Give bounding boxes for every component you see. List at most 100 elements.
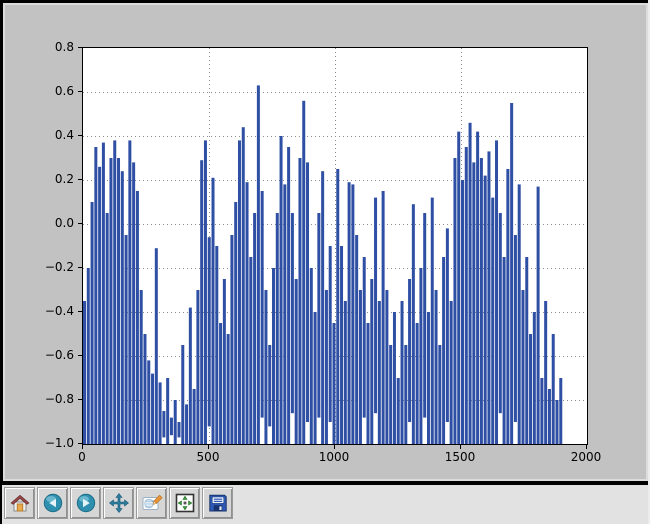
waveform-bar: [298, 158, 302, 444]
waveform-bar: [464, 147, 468, 444]
waveform-bar: [272, 268, 275, 444]
save-button[interactable]: [202, 487, 233, 519]
waveform-bar: [555, 400, 559, 444]
waveform-bar: [109, 158, 113, 444]
waveform-bar: [400, 301, 404, 444]
x-tick-label: 0: [78, 450, 86, 464]
waveform-bar: [513, 235, 517, 422]
back-button[interactable]: [37, 487, 68, 519]
x-tick-mark: [82, 445, 83, 449]
waveform-bar: [101, 142, 105, 444]
y-tick-label: −0.6: [44, 348, 74, 362]
back-icon: [43, 493, 62, 513]
plot-axes[interactable]: [82, 47, 588, 445]
waveform-bar: [124, 235, 128, 444]
y-tick-label: 0.2: [54, 172, 74, 186]
waveform-bar: [249, 257, 253, 444]
waveform-bar: [479, 158, 483, 444]
waveform-bar: [158, 382, 162, 444]
waveform-bar: [438, 345, 442, 444]
waveform-bar: [461, 180, 464, 444]
waveform-bar: [498, 213, 502, 414]
waveform-bar: [151, 373, 155, 444]
waveform-bar: [98, 166, 102, 444]
waveform-bar: [317, 213, 321, 418]
waveform-bar: [211, 177, 215, 444]
waveform-bar: [200, 160, 204, 444]
waveform-bar: [547, 389, 551, 444]
waveform-bar: [351, 184, 355, 444]
waveform-bar: [177, 422, 181, 438]
waveform-bar: [86, 268, 90, 444]
waveform-bar: [347, 182, 351, 444]
home-button[interactable]: [4, 487, 35, 519]
waveform-bar: [90, 202, 94, 444]
waveform-bar: [105, 213, 109, 444]
waveform-bar: [234, 202, 238, 444]
waveform-bar: [419, 268, 423, 444]
forward-button[interactable]: [70, 487, 101, 519]
x-tick-label: 1500: [444, 450, 476, 464]
waveform-bar: [253, 213, 257, 444]
waveform-bar: [230, 235, 234, 444]
y-tick-mark: [78, 399, 82, 400]
y-tick-mark: [78, 311, 82, 312]
pan-button[interactable]: [103, 487, 134, 519]
waveform-bar: [445, 228, 449, 422]
waveform-bar: [476, 131, 480, 444]
waveform-bar: [510, 103, 514, 444]
y-tick-label: −0.8: [44, 392, 74, 406]
waveform-bar: [226, 334, 230, 444]
waveform-bar: [268, 345, 272, 427]
waveform-bar: [185, 404, 189, 444]
zoom-rect-icon: [142, 494, 163, 510]
waveform-bar: [551, 334, 555, 444]
waveform-bar: [169, 417, 173, 436]
waveform-bar: [468, 122, 472, 444]
waveform-bar: [381, 191, 385, 444]
save-icon: [208, 494, 227, 512]
waveform-bar: [483, 175, 487, 444]
waveform-bar: [525, 257, 529, 444]
figure-canvas[interactable]: 0.8 0.6 0.4 0.2 0.0 −0.2 −0.4 −0.6 −0.8 −1.0 0 500 1…: [5, 5, 646, 479]
waveform-bar: [343, 301, 347, 444]
waveform-bar: [396, 378, 400, 444]
waveform-bar: [332, 323, 336, 444]
configure-subplots-button[interactable]: [169, 487, 200, 519]
waveform-bar: [147, 360, 151, 444]
waveform-bar: [442, 257, 446, 444]
waveform-bar: [196, 290, 200, 444]
y-tick-mark: [78, 267, 82, 268]
waveform-bar: [154, 248, 158, 444]
waveform-bar: [309, 268, 313, 444]
waveform-bar: [491, 197, 495, 444]
waveform-bar: [306, 162, 310, 422]
figure-canvas-frame: 0.8 0.6 0.4 0.2 0.0 −0.2 −0.4 −0.6 −0.8 −1.0 0 500 1…: [3, 3, 648, 481]
waveform-bar: [222, 279, 226, 444]
waveform-bar: [219, 323, 223, 444]
y-tick-mark: [78, 443, 82, 444]
zoom-rect-button[interactable]: [136, 487, 167, 519]
y-tick-label: 0.6: [54, 84, 74, 98]
waveform-bar: [94, 147, 98, 444]
waveform-bar: [457, 131, 461, 444]
waveform-bar: [135, 191, 139, 444]
waveform-bar: [321, 171, 325, 444]
waveform-plot: [83, 48, 587, 444]
waveform-bar: [113, 140, 117, 444]
waveform-bar: [207, 237, 211, 427]
waveform-bar: [385, 290, 389, 444]
x-tick-label: 1000: [318, 450, 350, 464]
waveform-bar: [181, 345, 185, 444]
waveform-bar: [544, 301, 548, 444]
waveform-bar: [430, 197, 434, 444]
waveform-bar: [423, 213, 427, 418]
waveform-bar: [120, 171, 124, 444]
waveform-bar: [241, 127, 245, 444]
waveform-bar: [324, 290, 328, 444]
waveform-bar: [362, 257, 366, 418]
waveform-bar: [411, 204, 415, 444]
y-tick-label: −1.0: [44, 436, 74, 450]
waveform-bar: [377, 301, 381, 444]
waveform-bar: [389, 345, 393, 444]
